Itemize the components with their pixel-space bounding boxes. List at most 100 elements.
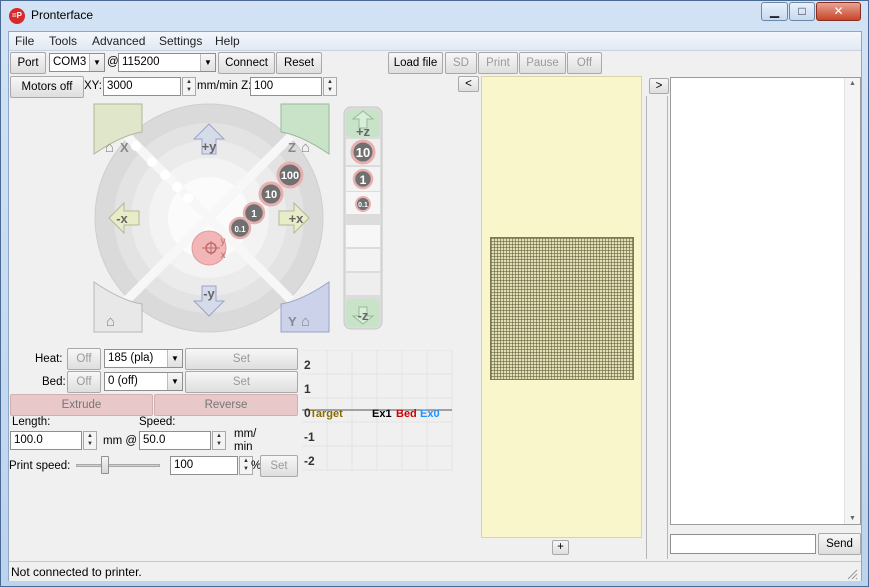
home-y-label: Y (288, 314, 297, 329)
home-z-label: Z (288, 140, 296, 155)
collapse-left-button[interactable]: < (458, 76, 479, 92)
bed-set-button[interactable]: Set (185, 371, 298, 393)
z-speed-spinner[interactable]: ▲ ▼ (323, 77, 337, 96)
print-speed-slider-track[interactable] (76, 464, 160, 467)
menu-tools[interactable]: Tools (49, 34, 77, 48)
z-speed-input[interactable]: 100 (250, 77, 322, 96)
z-step-10-label: 10 (356, 145, 370, 160)
y-tick-minus-2: -2 (304, 454, 315, 468)
chevron-down-icon[interactable]: ▼ (167, 373, 182, 390)
length-spinner[interactable]: ▲ ▼ (83, 431, 97, 450)
resize-grip-icon[interactable] (846, 568, 858, 580)
bed-select[interactable]: 0 (off) ▼ (104, 372, 183, 391)
length-input[interactable]: 100.0 (10, 431, 82, 450)
baud-select[interactable]: 115200 ▼ (118, 53, 216, 72)
port-value: COM3 (53, 56, 87, 68)
command-input[interactable] (670, 534, 816, 554)
pause-button[interactable]: Pause (519, 52, 566, 74)
scroll-up-icon[interactable]: ▲ (849, 80, 856, 87)
menu-advanced[interactable]: Advanced (92, 34, 145, 48)
menu-file[interactable]: File (15, 34, 34, 48)
print-button[interactable]: Print (478, 52, 518, 74)
y-tick-minus-1: -1 (304, 430, 315, 444)
xy-speed-input[interactable]: 3000 (103, 77, 181, 96)
jog-step-01-label: 0.1 (234, 225, 246, 234)
plus-z-label: +z (356, 124, 371, 139)
plus-x-label[interactable]: +x (289, 211, 305, 226)
minimize-button[interactable]: ▁ (761, 2, 788, 21)
reset-button[interactable]: Reset (276, 52, 322, 74)
console-scrollbar[interactable]: ▲ ▼ (844, 78, 860, 524)
legend-ex1: Ex1 (372, 408, 392, 420)
zoom-in-button[interactable]: + (552, 540, 569, 555)
sd-button[interactable]: SD (445, 52, 477, 74)
home-x-label: X (120, 140, 129, 155)
home-y-icon: ⌂ (301, 313, 310, 330)
legend-target: Target (310, 408, 343, 420)
plus-y-label[interactable]: +y (202, 139, 218, 154)
print-speed-slider-thumb[interactable] (101, 456, 110, 474)
motors-off-button[interactable]: Motors off (10, 76, 84, 98)
client-area: File Tools Advanced Settings Help Port C… (8, 31, 862, 581)
xy-jog-control[interactable]: ⌂ X Z ⌂ ⌂ Y ⌂ +y -y +x -x 100 10 1 0.1 y… (92, 102, 331, 334)
jog-step-1-label: 1 (251, 209, 257, 220)
chevron-down-icon[interactable]: ▼ (89, 54, 104, 71)
mm-min-z-label: mm/min Z: (197, 80, 252, 92)
heat-label: Heat: (35, 353, 63, 365)
legend-ex0: Ex0 (420, 408, 440, 420)
bed-label: Bed: (42, 376, 66, 388)
print-speed-input[interactable]: 100 (170, 456, 238, 475)
z-jog-control[interactable]: +z -z 10 1 0.1 (343, 106, 383, 330)
baud-value: 115200 (122, 56, 160, 68)
mm-at-label: mm @ (103, 435, 138, 447)
close-button[interactable]: ✕ (816, 2, 861, 21)
minus-y-label[interactable]: -y (203, 286, 215, 301)
menu-bar: File Tools Advanced Settings Help (9, 32, 861, 51)
console-log[interactable]: ▲ ▼ (670, 77, 861, 525)
connect-button[interactable]: Connect (218, 52, 275, 74)
title-bar: =P Pronterface ▁ □ ✕ (1, 1, 868, 31)
speed-label: Speed: (139, 416, 176, 428)
speed-spinner[interactable]: ▲ ▼ (212, 431, 226, 450)
heat-value: 185 (pla) (108, 352, 154, 364)
menu-help[interactable]: Help (215, 34, 240, 48)
z-step-01-label: 0.1 (358, 202, 368, 209)
chevron-down-icon[interactable]: ▼ (200, 54, 215, 71)
xy-label: XY: (84, 80, 102, 92)
status-text: Not connected to printer. (11, 565, 142, 579)
port-select[interactable]: COM3 ▼ (49, 53, 105, 72)
chevron-down-icon[interactable]: ▼ (167, 350, 182, 367)
window-title: Pronterface (31, 8, 94, 22)
jog-step-10-label: 10 (265, 189, 277, 201)
menu-settings[interactable]: Settings (159, 34, 202, 48)
maximize-button[interactable]: □ (789, 2, 815, 21)
print-speed-label: Print speed: (9, 460, 71, 472)
heat-off-button[interactable]: Off (67, 348, 101, 370)
heat-select[interactable]: 185 (pla) ▼ (104, 349, 183, 368)
collapse-right-button[interactable]: > (649, 78, 669, 94)
heat-set-button[interactable]: Set (185, 348, 298, 370)
scroll-down-icon[interactable]: ▼ (849, 515, 856, 522)
bed-off-button[interactable]: Off (67, 371, 101, 393)
minus-x-label[interactable]: -x (116, 211, 128, 226)
load-file-button[interactable]: Load file (388, 52, 443, 74)
temperature-graph: 2 1 0 -1 -2 Target Ex1 Bed Ex0 (302, 350, 453, 471)
home-z-icon: ⌂ (301, 139, 310, 156)
legend-bed: Bed (396, 408, 417, 420)
xy-speed-spinner[interactable]: ▲ ▼ (182, 77, 196, 96)
jog-step-100-label: 100 (281, 170, 299, 182)
mm-min-label-top: mm/ (234, 428, 257, 440)
right-panel-splitter[interactable] (646, 96, 668, 559)
port-button[interactable]: Port (10, 52, 46, 74)
center-x-label: x (221, 250, 226, 261)
extrude-button[interactable]: Extrude (10, 394, 153, 416)
print-bed-grid (490, 237, 634, 380)
minus-z-label: -z (358, 308, 369, 323)
speed-input[interactable]: 50.0 (139, 431, 211, 450)
send-button[interactable]: Send (818, 533, 861, 555)
off-button[interactable]: Off (567, 52, 602, 74)
print-speed-set-button[interactable]: Set (260, 455, 298, 477)
home-all-icon: ⌂ (106, 313, 115, 330)
reverse-button[interactable]: Reverse (154, 394, 298, 416)
home-x-icon: ⌂ (105, 139, 114, 156)
